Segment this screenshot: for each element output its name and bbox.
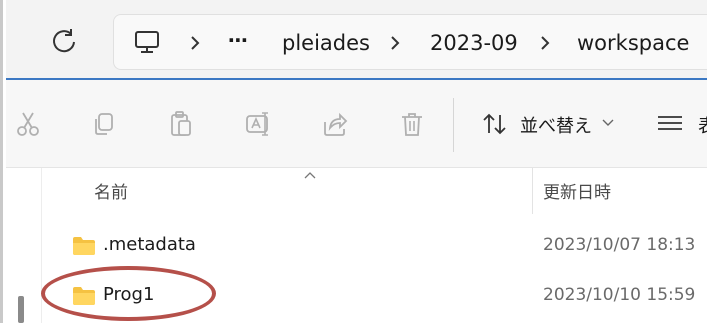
chevron-down-icon [602, 119, 614, 126]
paste-icon[interactable] [167, 110, 195, 138]
this-pc-icon [135, 31, 159, 53]
chevron-right-icon[interactable] [186, 33, 204, 53]
sort-button-label: 並べ替え [520, 116, 592, 137]
view-button[interactable]: 表 [656, 110, 707, 138]
sort-ascending-caret-icon [304, 172, 316, 179]
refresh-icon[interactable] [49, 26, 79, 56]
file-row[interactable]: Prog1 2023/10/10 15:59 [6, 276, 707, 316]
breadcrumb-2023-09[interactable]: 2023-09 [430, 31, 518, 55]
breadcrumb-workspace[interactable]: workspace [577, 31, 689, 55]
column-divider[interactable] [532, 168, 533, 214]
breadcrumb-overflow[interactable]: ⋯ [228, 28, 249, 52]
copy-icon[interactable] [90, 110, 118, 138]
toolbar-divider [453, 98, 454, 152]
file-name: .metadata [103, 234, 196, 255]
chevron-right-icon[interactable] [536, 33, 554, 53]
share-icon[interactable] [321, 110, 349, 138]
folder-icon [73, 237, 95, 255]
file-name: Prog1 [103, 284, 155, 305]
cut-icon[interactable] [14, 110, 42, 138]
address-bar[interactable]: ⋯ pleiades 2023-09 workspace [113, 14, 707, 70]
file-explorer-window: ⋯ pleiades 2023-09 workspace 並べ替え 名前 更新日… [0, 0, 707, 323]
delete-icon[interactable] [398, 110, 426, 138]
rename-icon[interactable] [244, 110, 272, 138]
breadcrumb-pleiades[interactable]: pleiades [282, 31, 370, 55]
folder-icon [73, 287, 95, 305]
sort-icon [483, 113, 506, 135]
address-bar-row: ⋯ pleiades 2023-09 workspace [6, 0, 707, 80]
view-button-label: 表 [698, 112, 707, 138]
sort-button[interactable]: 並べ替え [482, 110, 622, 138]
file-list: 名前 更新日時 .metadata 2023/10/07 18:13 Prog1… [6, 168, 707, 323]
column-header-name[interactable]: 名前 [94, 178, 128, 203]
column-header-modified[interactable]: 更新日時 [543, 178, 611, 203]
file-modified-date: 2023/10/10 15:59 [543, 285, 696, 305]
file-modified-date: 2023/10/07 18:13 [543, 235, 696, 255]
file-row[interactable]: .metadata 2023/10/07 18:13 [6, 226, 707, 266]
chevron-right-icon[interactable] [386, 33, 404, 53]
view-list-icon [658, 116, 682, 130]
command-bar: 並べ替え 表 [6, 80, 707, 168]
